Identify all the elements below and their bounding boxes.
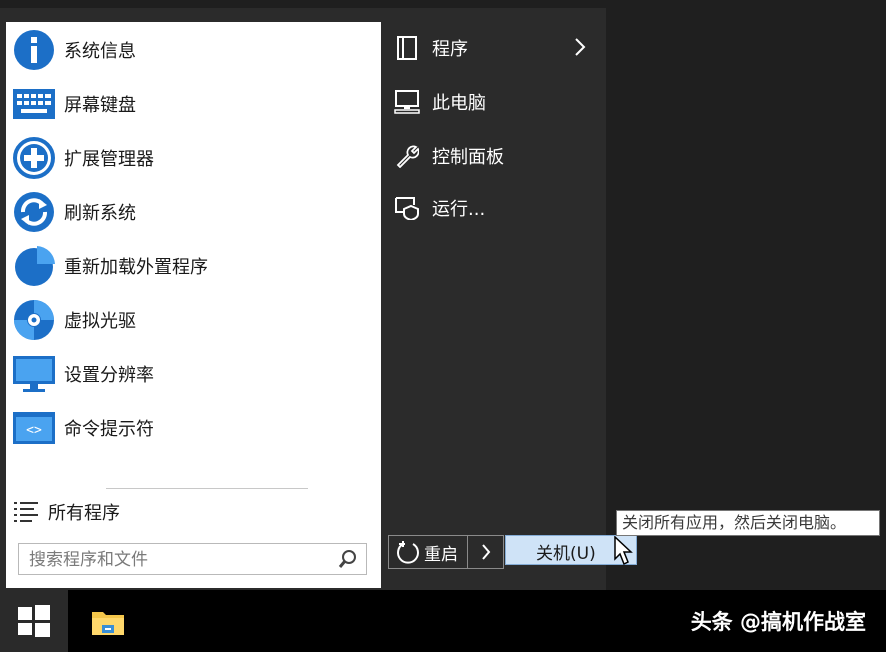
right-item-run[interactable]: 运行... xyxy=(390,188,600,228)
right-item-label: 控制面板 xyxy=(432,147,504,168)
chevron-right-icon xyxy=(481,544,491,560)
right-item-label: 运行... xyxy=(432,199,486,220)
file-explorer-button[interactable] xyxy=(82,600,134,644)
monitor-icon xyxy=(12,352,56,396)
menu-item-command-prompt[interactable]: <> 命令提示符 xyxy=(12,404,374,452)
disc-icon xyxy=(12,298,56,342)
start-menu: 系统信息 屏幕键盘 扩展管理器 刷新系统 重新加载外置程序 虚拟光驱 设置分辨率… xyxy=(0,8,606,590)
right-item-control-panel[interactable]: 控制面板 xyxy=(390,136,600,176)
svg-text:<>: <> xyxy=(26,423,42,438)
computer-icon xyxy=(394,89,420,115)
start-button[interactable] xyxy=(0,590,68,652)
power-options-button[interactable] xyxy=(468,535,504,569)
refresh-icon xyxy=(12,190,56,234)
menu-item-system-info[interactable]: 系统信息 xyxy=(12,26,374,74)
pie-icon xyxy=(12,244,56,288)
document-icon xyxy=(394,35,420,61)
terminal-icon: <> xyxy=(12,406,56,450)
menu-item-label: 屏幕键盘 xyxy=(64,95,136,116)
menu-item-extension-manager[interactable]: 扩展管理器 xyxy=(12,134,374,182)
tooltip: 关闭所有应用，然后关闭电脑。 xyxy=(616,510,880,536)
menu-item-virtual-drive[interactable]: 虚拟光驱 xyxy=(12,296,374,344)
divider xyxy=(106,488,308,489)
left-panel: 系统信息 屏幕键盘 扩展管理器 刷新系统 重新加载外置程序 虚拟光驱 设置分辨率… xyxy=(6,22,381,588)
menu-item-refresh-system[interactable]: 刷新系统 xyxy=(12,188,374,236)
taskbar: 头条 @搞机作战室 xyxy=(0,590,886,652)
windows-logo-icon xyxy=(18,605,50,637)
menu-item-label: 命令提示符 xyxy=(64,419,154,440)
right-item-programs[interactable]: 程序 xyxy=(390,28,600,68)
menu-item-label: 虚拟光驱 xyxy=(64,311,136,332)
list-icon xyxy=(14,500,38,528)
keyboard-icon xyxy=(12,82,56,126)
menu-item-set-resolution[interactable]: 设置分辨率 xyxy=(12,350,374,398)
all-programs-label: 所有程序 xyxy=(48,503,120,524)
right-item-this-pc[interactable]: 此电脑 xyxy=(390,82,600,122)
menu-item-shutdown[interactable]: 关机(U) xyxy=(536,539,596,564)
menu-item-label: 重新加载外置程序 xyxy=(64,257,208,278)
folder-icon xyxy=(91,608,125,636)
restart-label: 重启 xyxy=(424,544,458,565)
menu-item-reload-external-programs[interactable]: 重新加载外置程序 xyxy=(12,242,374,290)
watermark: 头条 @搞机作战室 xyxy=(690,610,866,634)
right-item-label: 此电脑 xyxy=(432,93,486,114)
menu-item-label: 扩展管理器 xyxy=(64,149,154,170)
chevron-right-icon xyxy=(574,38,586,60)
search-icon[interactable] xyxy=(338,549,358,569)
search-input[interactable] xyxy=(19,544,331,576)
power-icon xyxy=(396,540,420,564)
run-icon xyxy=(394,195,420,221)
menu-item-label: 刷新系统 xyxy=(64,203,136,224)
wrench-icon xyxy=(394,143,420,169)
search-box xyxy=(18,543,367,576)
right-item-label: 程序 xyxy=(432,39,468,60)
menu-item-label: 设置分辨率 xyxy=(64,365,154,386)
mouse-cursor-icon xyxy=(614,535,636,570)
menu-item-on-screen-keyboard[interactable]: 屏幕键盘 xyxy=(12,80,374,128)
all-programs-button[interactable]: 所有程序 xyxy=(12,492,374,532)
restart-button[interactable]: 重启 xyxy=(388,535,468,569)
plus-circle-icon xyxy=(12,136,56,180)
menu-item-label: 系统信息 xyxy=(64,41,136,62)
info-icon xyxy=(12,28,56,72)
